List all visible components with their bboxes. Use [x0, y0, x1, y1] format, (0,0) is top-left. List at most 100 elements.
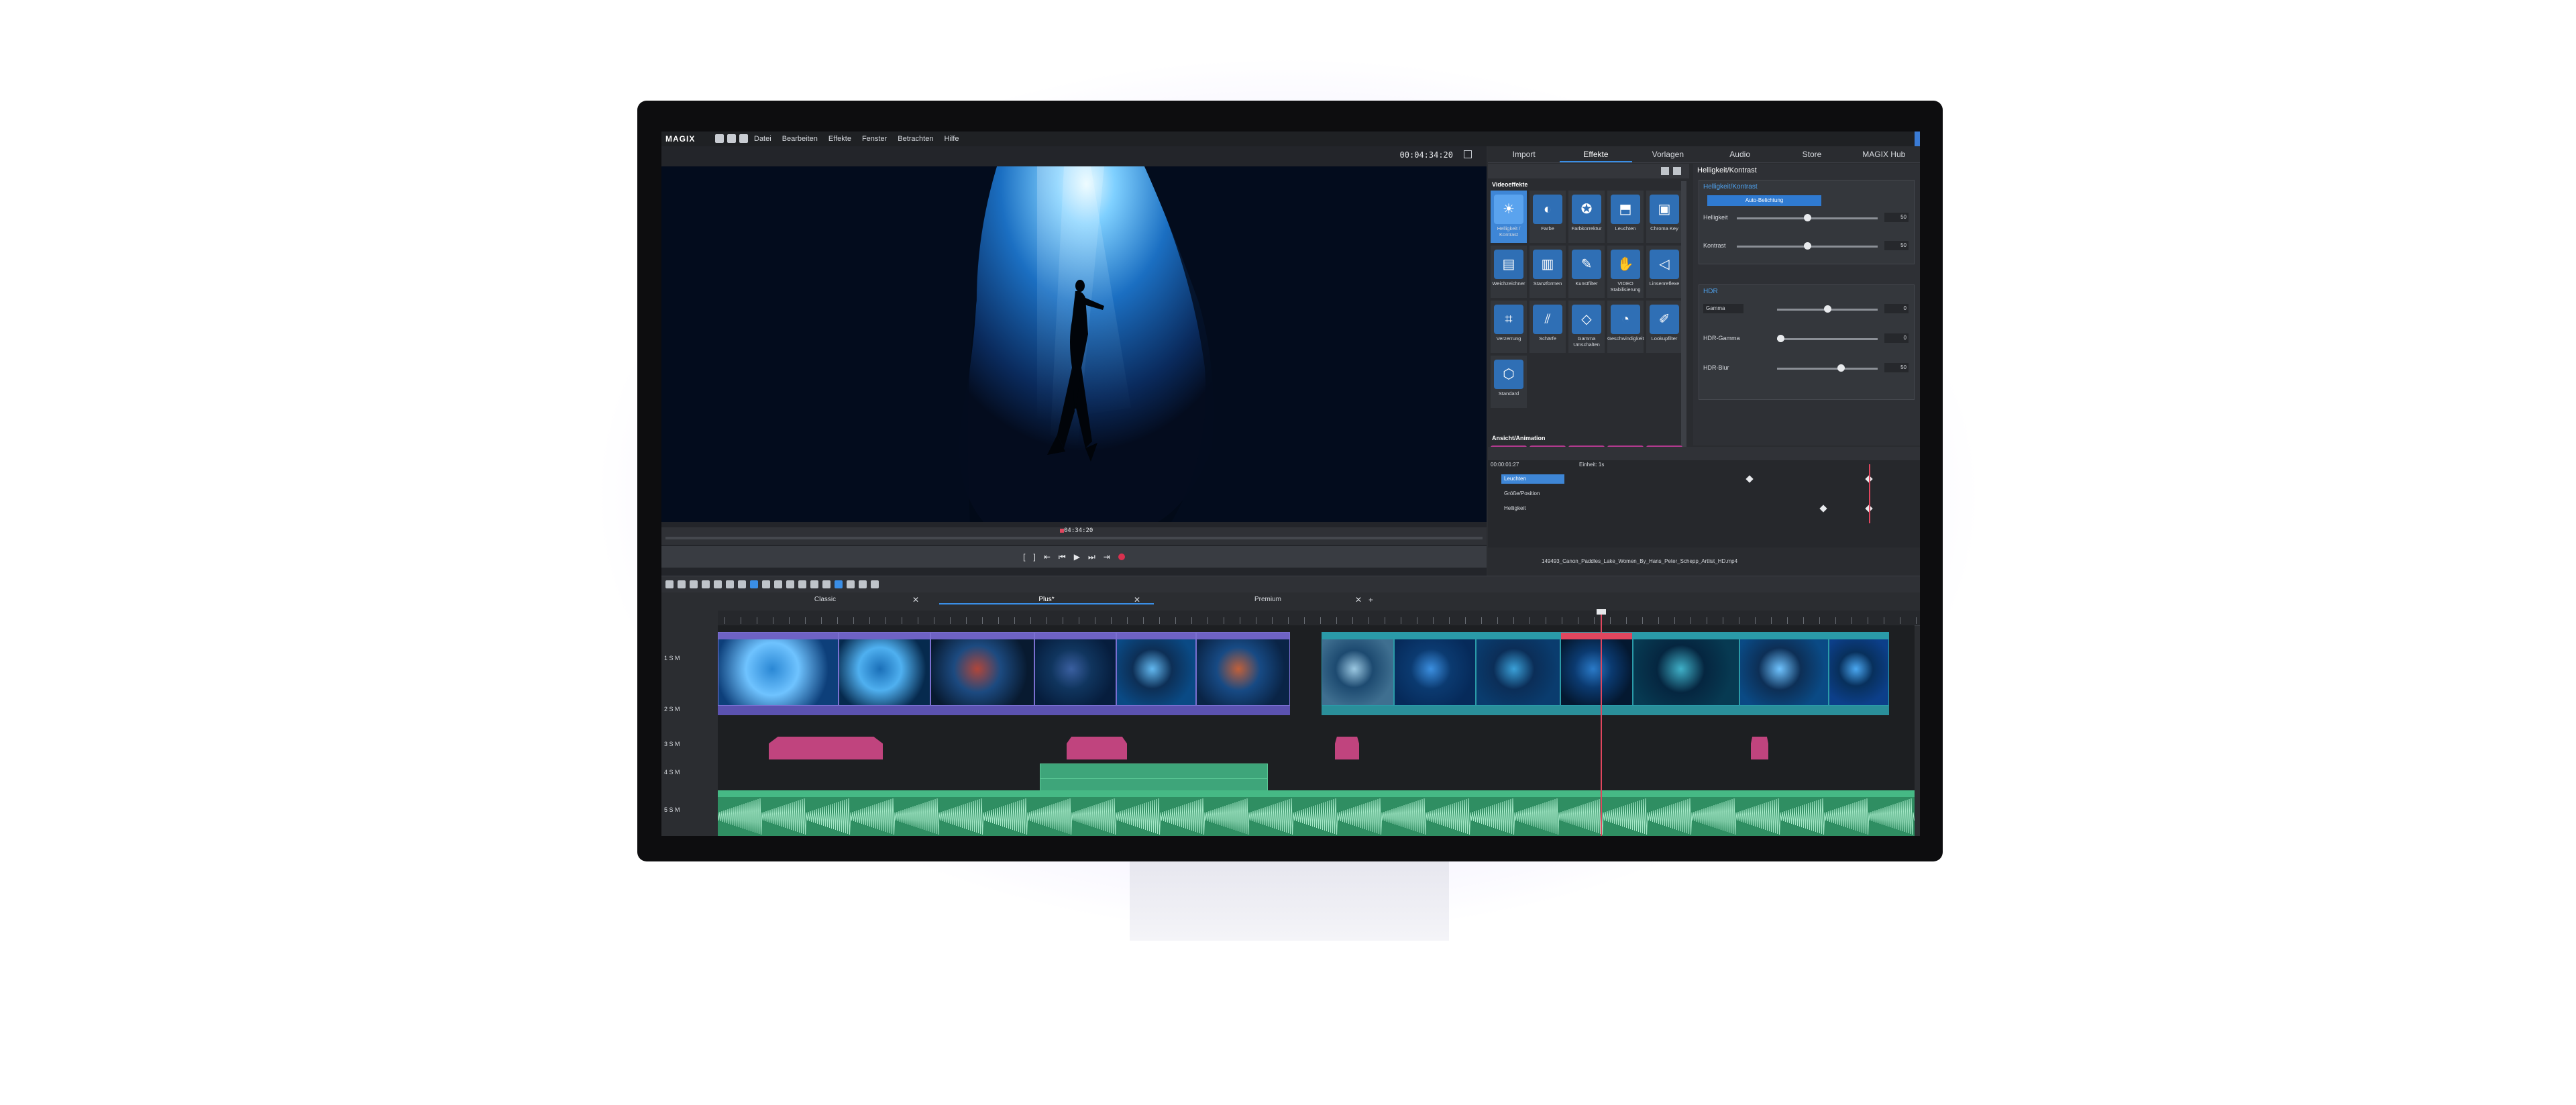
timeline-tool-icon[interactable] [714, 580, 722, 588]
video-clip[interactable] [1739, 632, 1829, 706]
helligkeit-knob[interactable] [1804, 214, 1811, 221]
clip-audio-strip[interactable] [718, 706, 839, 715]
section-videoeffekte[interactable]: Videoeffekte [1492, 181, 1527, 188]
effect-tile[interactable]: ◐ Farbe [1529, 191, 1566, 243]
track-label[interactable]: 3 S M [664, 741, 680, 747]
clip-audio-strip[interactable] [1394, 706, 1477, 715]
timeline-tool-icon[interactable] [786, 580, 794, 588]
audio-clip[interactable] [1040, 764, 1268, 780]
effect-tile[interactable]: ✋ VIDEO Stabilisierung [1607, 246, 1644, 298]
title-clip[interactable] [1751, 737, 1768, 759]
skip-end-icon[interactable]: ⇥ [1104, 552, 1110, 562]
clip-audio-strip[interactable] [930, 706, 1034, 715]
effect-tile[interactable]: ◁ Linsenreflexe [1646, 246, 1682, 298]
menu-effekte[interactable]: Effekte [828, 135, 851, 143]
hdr-blur-knob[interactable] [1837, 364, 1845, 372]
clip-header[interactable] [1739, 633, 1828, 639]
effect-tile[interactable]: ✐ Lookupfilter [1646, 301, 1682, 353]
video-clip[interactable] [1116, 632, 1196, 706]
marker-in-icon[interactable]: [ [1023, 552, 1025, 562]
clip-header[interactable] [1196, 633, 1290, 639]
grid-view-icon[interactable] [1661, 167, 1669, 175]
slider-gamma[interactable]: Gamma 0 [1703, 303, 1909, 316]
effect-tile[interactable]: ▥ Stanzformen [1529, 246, 1566, 298]
menu-hilfe[interactable]: Hilfe [944, 135, 959, 143]
video-clip[interactable] [839, 632, 930, 706]
tab-store[interactable]: Store [1776, 146, 1847, 162]
effect-tile[interactable]: ⫽ Schärfe [1529, 301, 1566, 353]
hdr-gamma-knob[interactable] [1777, 335, 1784, 342]
scrubber-track[interactable] [665, 537, 1483, 539]
music-clip[interactable] [718, 790, 1915, 836]
effect-tile[interactable]: ✎ Kunstfilter [1568, 246, 1605, 298]
group-heading[interactable]: Helligkeit/Kontrast [1703, 183, 1758, 191]
timeline-tool-icon[interactable] [726, 580, 734, 588]
clip-audio-strip[interactable] [1322, 706, 1394, 715]
effect-tile[interactable]: ▣ Chroma Key [1646, 191, 1682, 243]
tab-vorlagen[interactable]: Vorlagen [1632, 146, 1704, 162]
timeline-tool-icon[interactable] [859, 580, 867, 588]
timeline-tool-icon[interactable] [774, 580, 782, 588]
record-icon[interactable] [1118, 554, 1125, 560]
group-heading-hdr[interactable]: HDR [1703, 288, 1718, 295]
effect-tile[interactable]: ▤ Weichzeichner [1491, 246, 1527, 298]
timeline-tool-icon[interactable] [762, 580, 770, 588]
keyframe-row-label[interactable]: Helligkeit [1501, 504, 1564, 513]
clip-audio-strip[interactable] [839, 706, 930, 715]
timeline-tool-icon[interactable] [822, 580, 830, 588]
hdr-blur-track[interactable] [1777, 368, 1878, 370]
skip-start-icon[interactable]: ⇤ [1044, 552, 1051, 562]
keyframe-row-label[interactable]: Größe/Position [1501, 489, 1564, 498]
title-clip[interactable] [1067, 737, 1127, 759]
clip-header[interactable] [1034, 633, 1116, 639]
slider-hdr-blur[interactable]: HDR-Blur 50 [1703, 362, 1909, 375]
helligkeit-value[interactable]: 50 [1884, 213, 1909, 222]
menu-fenster[interactable]: Fenster [862, 135, 887, 143]
keyframe-row-helligkeit[interactable]: Helligkeit [1488, 502, 1920, 515]
clip-header[interactable] [1829, 633, 1888, 639]
tab-effekte[interactable]: Effekte [1560, 146, 1632, 162]
tab-magix-hub[interactable]: MAGIX Hub [1848, 146, 1920, 162]
gamma-knob[interactable] [1824, 305, 1831, 313]
clip-header[interactable] [1117, 633, 1195, 639]
close-tab-icon[interactable]: ✕ [1134, 595, 1140, 604]
slider-hdr-gamma[interactable]: HDR-Gamma 0 [1703, 332, 1909, 346]
clip-header[interactable] [1633, 633, 1739, 639]
video-clip[interactable] [1034, 632, 1116, 706]
tab-import[interactable]: Import [1488, 146, 1560, 162]
new-file-icon[interactable] [715, 134, 724, 143]
marker-out-icon[interactable]: ] [1034, 552, 1036, 562]
keyframe-diamond[interactable] [1819, 505, 1827, 513]
track-label[interactable]: 4 S M [664, 769, 680, 776]
gamma-select[interactable]: Gamma [1703, 304, 1743, 313]
preview-scrubber[interactable]: 04:34:20 [661, 527, 1487, 545]
track-label[interactable]: 5 S M [664, 806, 680, 813]
clip-header[interactable] [839, 633, 930, 639]
menu-bearbeiten[interactable]: Bearbeiten [782, 135, 818, 143]
hdr-gamma-value[interactable]: 0 [1884, 333, 1909, 343]
timeline-tool-icon[interactable] [690, 580, 698, 588]
video-clip[interactable] [1633, 632, 1739, 706]
slider-helligkeit[interactable]: Helligkeit 50 [1703, 211, 1909, 225]
hdr-blur-value[interactable]: 50 [1884, 363, 1909, 372]
close-tab-icon[interactable]: ✕ [1355, 595, 1362, 604]
clip-header[interactable] [1395, 633, 1476, 639]
effect-tile[interactable]: ◔ Geschwindigkeit [1607, 301, 1644, 353]
list-view-icon[interactable] [1673, 167, 1681, 175]
keyframe-row-leuchten[interactable]: Leuchten [1488, 472, 1920, 486]
prev-frame-icon[interactable]: ⏮ [1059, 552, 1066, 562]
hdr-gamma-track[interactable] [1777, 338, 1878, 340]
clip-audio-strip[interactable] [1116, 706, 1196, 715]
timeline-tool-icon[interactable] [798, 580, 806, 588]
video-clip[interactable] [1195, 632, 1291, 706]
clip-header[interactable] [1322, 633, 1393, 639]
timeline-tool-icon[interactable] [665, 580, 674, 588]
auto-exposure-button[interactable]: Auto-Belichtung [1707, 195, 1821, 206]
timeline-tool-icon[interactable] [835, 580, 843, 588]
video-clip[interactable] [718, 632, 839, 706]
timeline-tracks[interactable] [718, 625, 1915, 836]
effect-tile[interactable]: ⬒ Leuchten [1607, 191, 1644, 243]
timeline-tool-icon[interactable] [810, 580, 818, 588]
video-clip[interactable] [1560, 632, 1633, 706]
video-clip[interactable] [930, 632, 1034, 706]
